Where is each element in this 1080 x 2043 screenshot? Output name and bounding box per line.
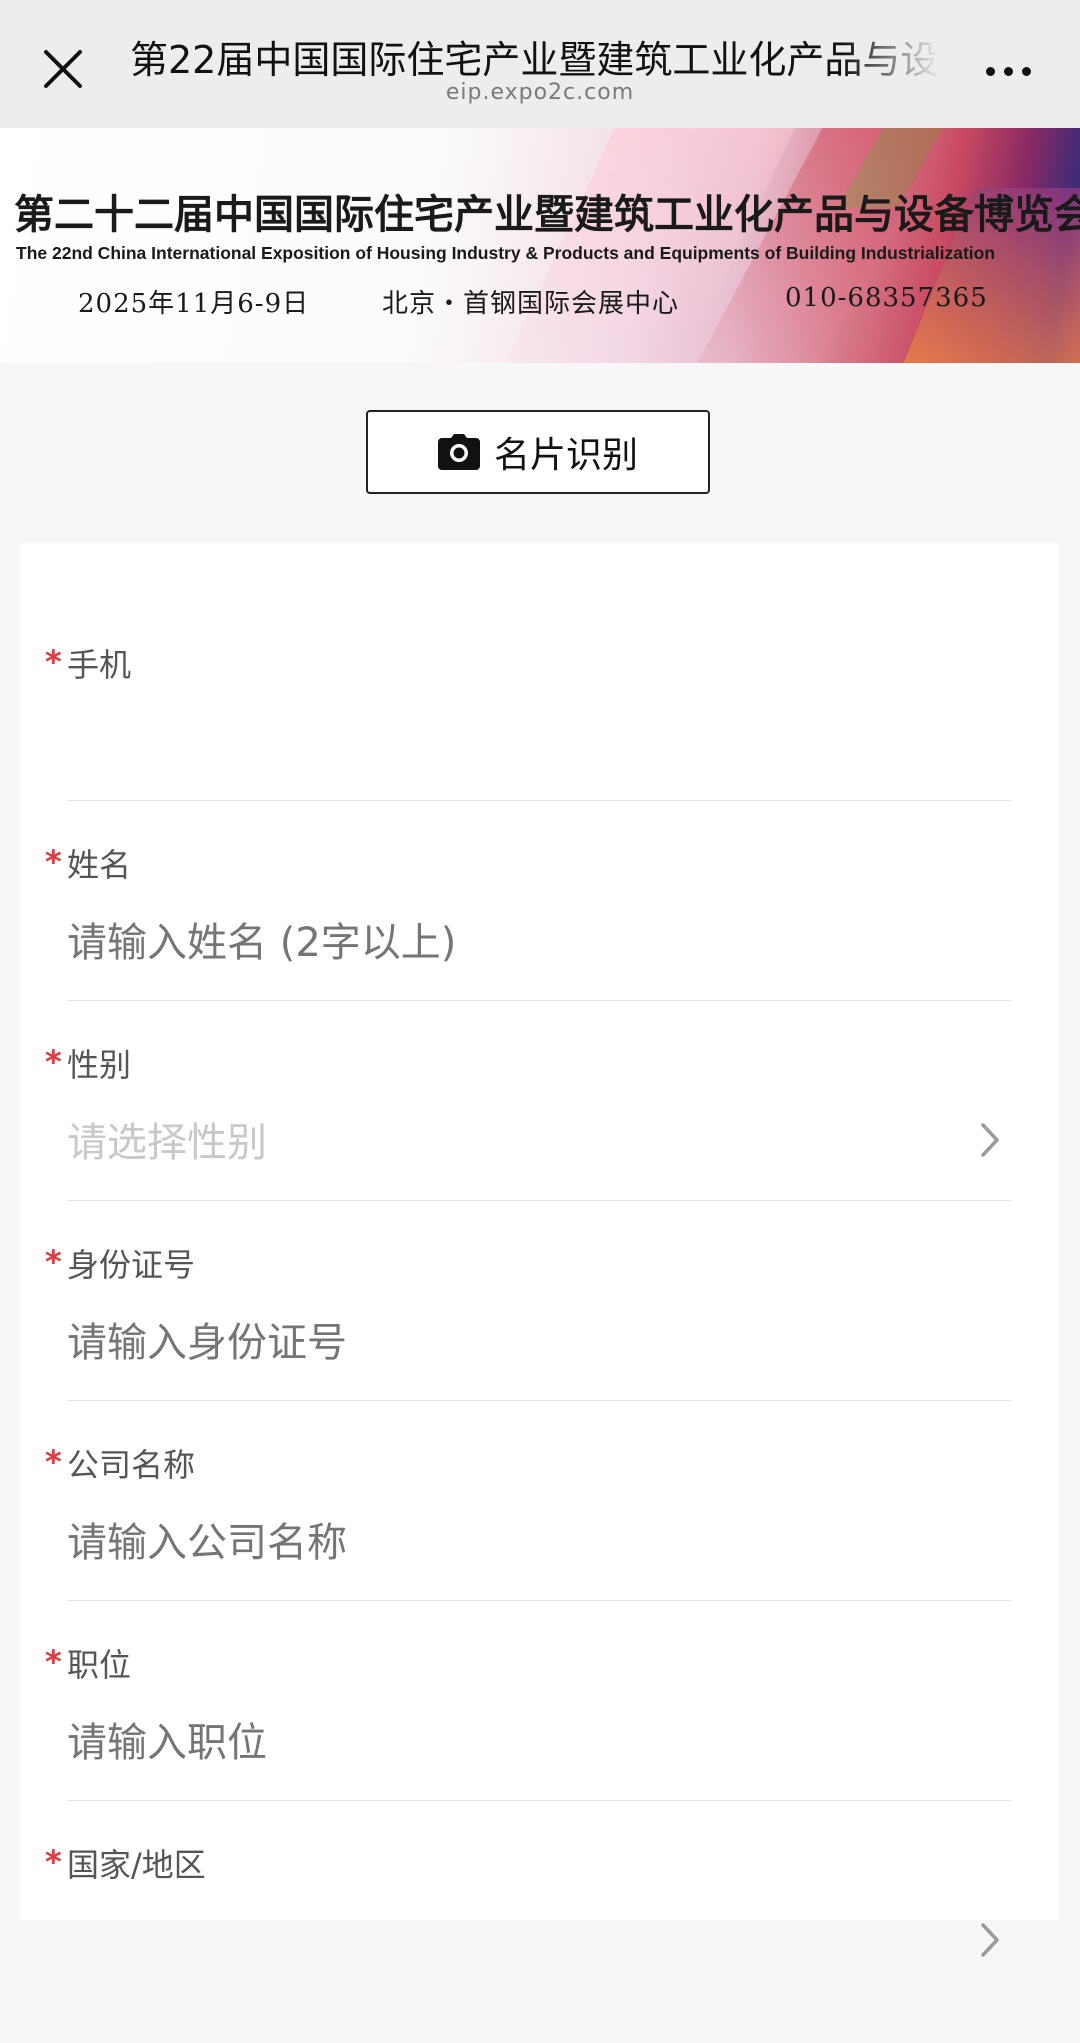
- country-field[interactable]: * 国家/地区: [20, 1843, 1058, 2043]
- camera-icon: [437, 434, 480, 470]
- registration-form: * 手机 * 姓名 * 性别 请选择性别 * 身份证号 * 公司名称 * 职位: [20, 543, 1058, 1957]
- position-label: 职位: [67, 1646, 132, 1684]
- company-label: 公司名称: [67, 1446, 196, 1484]
- phone-field: * 手机: [20, 643, 1058, 843]
- field-divider: [67, 1200, 1011, 1201]
- company-input[interactable]: [67, 1515, 967, 1571]
- banner-title-cn: 第二十二届中国国际住宅产业暨建筑工业化产品与设备博览会: [14, 191, 1080, 238]
- field-divider: [67, 1000, 1011, 1001]
- required-mark: *: [45, 843, 62, 881]
- id-number-field: * 身份证号: [20, 1243, 1058, 1443]
- more-dots-icon: [986, 67, 995, 76]
- card-recognition-button[interactable]: 名片识别: [366, 410, 710, 494]
- name-field: * 姓名: [20, 843, 1058, 1043]
- phone-input[interactable]: [67, 715, 967, 771]
- event-banner: 第二十二届中国国际住宅产业暨建筑工业化产品与设备博览会 The 22nd Chi…: [0, 128, 1080, 363]
- required-mark: *: [45, 643, 62, 681]
- banner-phone: 010-68357365: [785, 283, 988, 313]
- field-divider: [67, 800, 1011, 801]
- gender-label: 性别: [67, 1046, 132, 1084]
- banner-venue: 北京・首钢国际会展中心: [382, 289, 680, 319]
- nav-bar: 第22届中国国际住宅产业暨建筑工业化产品与设备博览会 eip.expo2c.co…: [0, 0, 1080, 128]
- required-mark: *: [45, 1243, 62, 1281]
- required-mark: *: [45, 1043, 62, 1081]
- page-title: 第22届中国国际住宅产业暨建筑工业化产品与设备博览会: [130, 38, 940, 82]
- country-label: 国家/地区: [67, 1846, 206, 1884]
- banner-title-en: The 22nd China International Exposition …: [16, 243, 996, 263]
- id-number-input[interactable]: [67, 1315, 967, 1371]
- banner-date: 2025年11月6-9日: [78, 289, 310, 319]
- required-mark: *: [45, 1643, 62, 1681]
- more-button[interactable]: [986, 62, 1032, 82]
- gender-select[interactable]: 请选择性别: [67, 1115, 967, 1171]
- field-divider: [67, 1800, 1011, 1801]
- phone-label: 手机: [67, 646, 132, 684]
- field-divider: [67, 1400, 1011, 1401]
- name-label: 姓名: [67, 846, 132, 884]
- id-number-label: 身份证号: [67, 1246, 196, 1284]
- field-divider: [67, 1600, 1011, 1601]
- gender-field[interactable]: * 性别 请选择性别: [20, 1043, 1058, 1243]
- position-input[interactable]: [67, 1715, 967, 1771]
- name-input[interactable]: [67, 915, 967, 971]
- page-url: eip.expo2c.com: [445, 80, 635, 105]
- required-mark: *: [45, 1443, 62, 1481]
- position-field: * 职位: [20, 1643, 1058, 1843]
- company-field: * 公司名称: [20, 1443, 1058, 1643]
- card-recognition-label: 名片识别: [493, 435, 638, 476]
- chevron-right-icon: [981, 1923, 999, 1957]
- required-mark: *: [45, 1843, 62, 1881]
- chevron-right-icon: [981, 1123, 999, 1157]
